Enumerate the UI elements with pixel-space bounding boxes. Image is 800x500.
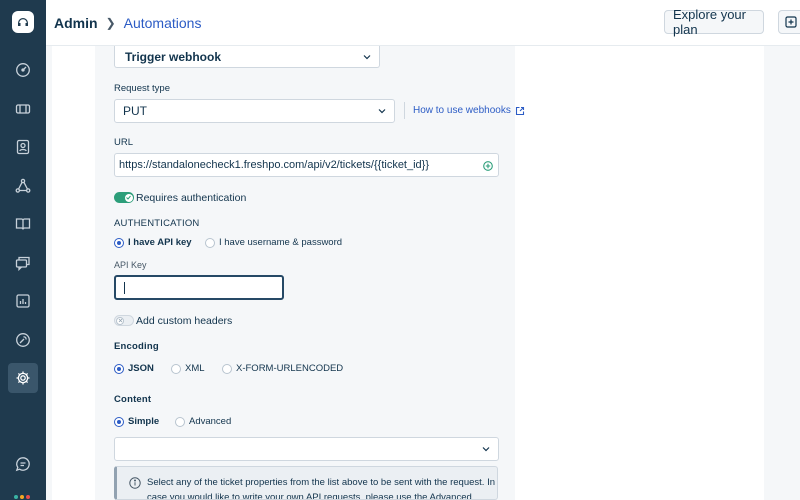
auth-option-userpass-label: I have username & password (219, 237, 343, 248)
requires-auth-toggle[interactable] (114, 192, 134, 203)
radio-unselected-icon (175, 416, 185, 427)
encoding-xml[interactable]: XML (171, 363, 205, 374)
tickets-icon[interactable] (8, 94, 38, 124)
radio-selected-icon (114, 237, 124, 248)
check-icon (126, 195, 131, 200)
new-item-button[interactable] (778, 10, 800, 34)
radio-unselected-icon (171, 363, 181, 374)
action-select[interactable]: Trigger webhook (114, 46, 380, 68)
breadcrumb-automations[interactable]: Automations (124, 15, 202, 31)
encoding-xml-label: XML (185, 363, 205, 374)
encoding-form[interactable]: X-FORM-URLENCODED (222, 363, 343, 374)
api-key-label: API Key (114, 260, 147, 270)
tools-icon[interactable] (8, 325, 38, 355)
text-cursor (124, 281, 125, 294)
chat-icon[interactable] (8, 449, 38, 479)
action-select-value: Trigger webhook (125, 49, 222, 64)
divider (404, 102, 405, 119)
url-value: https://standalonecheck1.freshpo.com/api… (119, 159, 430, 171)
freshdesk-logo-icon[interactable] (12, 11, 34, 33)
toggle-knob (124, 193, 133, 202)
reports-icon[interactable] (8, 286, 38, 316)
admin-gear-icon[interactable] (8, 363, 38, 393)
sidebar (0, 0, 46, 500)
contacts-icon[interactable] (8, 132, 38, 162)
url-label: URL (114, 137, 134, 148)
auth-option-userpass[interactable]: I have username & password (205, 237, 342, 248)
plus-square-icon (785, 16, 797, 28)
auth-option-api-key-label: I have API key (128, 237, 192, 248)
how-to-use-webhooks-link[interactable]: How to use webhooks (413, 105, 525, 116)
toggle-knob (116, 316, 124, 325)
api-key-input[interactable] (114, 275, 284, 300)
how-to-use-webhooks-text: How to use webhooks (413, 105, 511, 116)
request-type-select[interactable]: PUT (114, 99, 395, 123)
encoding-heading: Encoding (114, 341, 159, 352)
request-type-label: Request type (114, 83, 170, 94)
content-advanced[interactable]: Advanced (175, 416, 231, 427)
info-icon (129, 477, 141, 489)
encoding-form-label: X-FORM-URLENCODED (236, 363, 344, 374)
content-heading: Content (114, 394, 152, 405)
content-advanced-label: Advanced (189, 416, 232, 427)
solutions-icon[interactable] (8, 209, 38, 239)
apps-dots-icon (14, 494, 32, 500)
radio-unselected-icon (222, 363, 232, 374)
radio-selected-icon (114, 363, 124, 374)
encoding-json[interactable]: JSON (114, 363, 154, 374)
chevron-down-icon (482, 447, 490, 452)
chevron-right-icon: ❯ (105, 16, 116, 30)
custom-headers-toggle[interactable] (114, 315, 134, 326)
topbar: Admin ❯ Automations Explore your plan (46, 0, 800, 46)
request-type-value: PUT (123, 104, 147, 118)
content-simple[interactable]: Simple (114, 416, 159, 427)
forums-icon[interactable] (8, 248, 38, 278)
chevron-down-icon (363, 54, 371, 59)
groups-icon[interactable] (8, 171, 38, 201)
url-input[interactable]: https://standalonecheck1.freshpo.com/api… (114, 153, 499, 177)
explore-plan-button[interactable]: Explore your plan (664, 7, 764, 37)
radio-unselected-icon (205, 237, 215, 248)
external-link-icon (515, 106, 524, 115)
info-text: Select any of the ticket properties from… (147, 477, 495, 500)
breadcrumb-admin[interactable]: Admin (54, 15, 98, 31)
content-simple-label: Simple (128, 416, 160, 427)
content-fields-select[interactable] (114, 437, 499, 461)
custom-headers-label: Add custom headers (136, 315, 233, 327)
breadcrumb: Admin ❯ Automations (54, 15, 201, 31)
x-icon (118, 318, 122, 323)
info-box: Select any of the ticket properties from… (114, 466, 498, 500)
auth-option-api-key[interactable]: I have API key (114, 237, 192, 248)
encoding-json-label: JSON (128, 363, 154, 374)
radio-selected-icon (114, 416, 124, 427)
chevron-down-icon (378, 109, 386, 114)
dashboard-icon[interactable] (8, 55, 38, 85)
authentication-heading: AUTHENTICATION (114, 218, 200, 229)
add-placeholder-icon[interactable] (483, 161, 493, 171)
requires-auth-label: Requires authentication (136, 192, 247, 204)
